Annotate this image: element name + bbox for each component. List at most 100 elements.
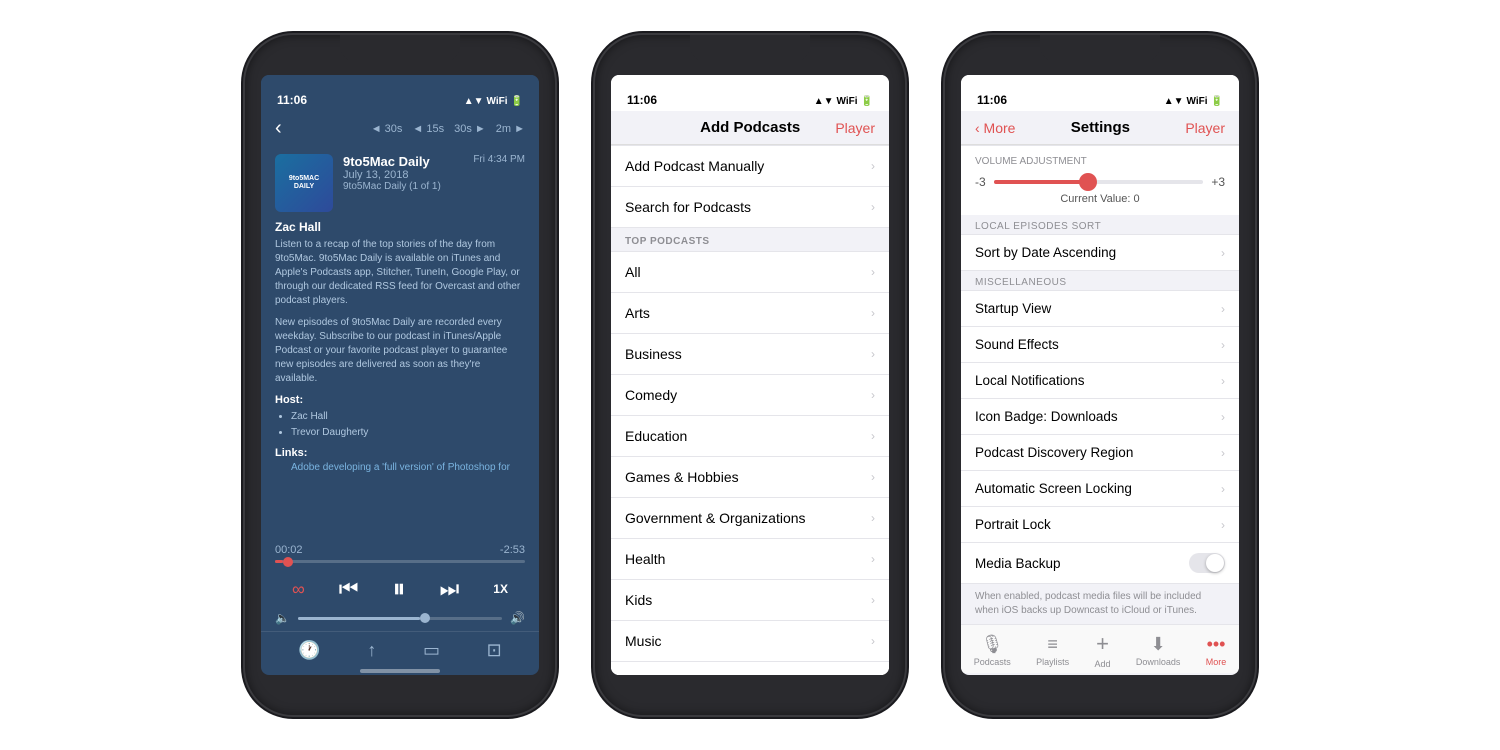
tab-downloads-settings[interactable]: ⬇ Downloads xyxy=(1136,634,1181,667)
loop-button[interactable]: ∞ xyxy=(292,579,305,600)
startup-view-row[interactable]: Startup View › xyxy=(961,291,1239,327)
status-icons-player: ▲▼ WiFi 🔋 xyxy=(464,96,523,107)
prev-button[interactable]: ⏮ xyxy=(339,576,359,602)
skip-fwd-2m[interactable]: 2m ► xyxy=(496,123,525,135)
sort-row[interactable]: Sort by Date Ascending › xyxy=(961,235,1239,271)
vol-fill xyxy=(298,617,420,620)
cat-arts[interactable]: Arts › xyxy=(611,293,889,334)
cat-all[interactable]: All › xyxy=(611,252,889,293)
skip-controls: ◄ 30s ◄ 15s 30s ► 2m ► xyxy=(371,123,525,135)
notch-add xyxy=(690,35,810,63)
vol-max-icon: 🔊 xyxy=(510,611,525,625)
sound-effects-row[interactable]: Sound Effects › xyxy=(961,327,1239,363)
volume-slider[interactable] xyxy=(298,617,502,620)
portrait-lock-row[interactable]: Portrait Lock › xyxy=(961,507,1239,543)
media-backup-label: Media Backup xyxy=(975,556,1061,571)
pause-button[interactable]: ⏸ xyxy=(393,573,406,605)
tab-playlists-settings[interactable]: ≡ Playlists xyxy=(1036,634,1069,667)
progress-bar[interactable] xyxy=(261,560,539,563)
player-link-settings[interactable]: Player xyxy=(1185,120,1225,136)
episode-content: Zac Hall Listen to a recap of the top st… xyxy=(261,220,539,538)
more-tab-label-s: More xyxy=(1206,657,1227,667)
local-notif-chevron: › xyxy=(1221,374,1225,388)
airplay-icon[interactable]: ▭ xyxy=(423,640,440,661)
media-backup-toggle[interactable] xyxy=(1189,553,1225,573)
clock-icon[interactable]: 🕐 xyxy=(298,640,320,661)
volume-adj-label: VOLUME ADJUSTMENT xyxy=(975,156,1225,167)
cat-comedy[interactable]: Comedy › xyxy=(611,375,889,416)
signal-icon: ▲▼ xyxy=(464,96,484,107)
media-backup-row[interactable]: Media Backup xyxy=(961,543,1239,584)
icon-badge-chevron: › xyxy=(1221,410,1225,424)
cat-health[interactable]: Health › xyxy=(611,539,889,580)
portrait-lock-label: Portrait Lock xyxy=(975,517,1051,532)
search-podcasts-row[interactable]: Search for Podcasts › xyxy=(611,187,889,228)
screen-locking-row[interactable]: Automatic Screen Locking › xyxy=(961,471,1239,507)
more-tab-icon-s: ••• xyxy=(1207,634,1226,655)
tab-add-settings[interactable]: + Add xyxy=(1094,631,1110,669)
status-time-player: 11:06 xyxy=(277,93,307,107)
local-sort-group: Sort by Date Ascending › xyxy=(961,234,1239,271)
episode-meta: 9to5Mac Daily July 13, 2018 9to5Mac Dail… xyxy=(343,154,463,192)
playlists-tab-label-s: Playlists xyxy=(1036,657,1069,667)
phone-player: 11:06 ▲▼ WiFi 🔋 ‹ ◄ 30s ◄ 15s 30s ► 2m ► xyxy=(245,35,555,715)
time-bar: 00:02 -2:53 xyxy=(261,538,539,560)
volume-slider-row: -3 +3 xyxy=(975,175,1225,189)
icon-badge-row[interactable]: Icon Badge: Downloads › xyxy=(961,399,1239,435)
status-bar-player: 11:06 ▲▼ WiFi 🔋 xyxy=(261,75,539,111)
nav-title-add: Add Podcasts xyxy=(665,119,835,136)
phone-settings: 11:06 ▲▼ WiFi 🔋 ‹ More Settings Player V… xyxy=(945,35,1255,715)
phone-add-podcasts: 11:06 ▲▼ WiFi 🔋 Add Podcasts Player Add … xyxy=(595,35,905,715)
cat-gov[interactable]: Government & Organizations › xyxy=(611,498,889,539)
screen-add: 11:06 ▲▼ WiFi 🔋 Add Podcasts Player Add … xyxy=(611,75,889,675)
signal-icon-settings: ▲▼ xyxy=(1164,96,1184,107)
volume-adjustment-section: VOLUME ADJUSTMENT -3 +3 Current Value: 0 xyxy=(961,145,1239,215)
cat-business[interactable]: Business › xyxy=(611,334,889,375)
cat-news[interactable]: News & Politics › xyxy=(611,662,889,675)
share-icon[interactable]: ↑ xyxy=(367,640,376,661)
local-notifications-row[interactable]: Local Notifications › xyxy=(961,363,1239,399)
speed-button[interactable]: 1X xyxy=(493,582,508,596)
queue-icon[interactable]: ⊡ xyxy=(487,640,502,661)
vol-slider-fill xyxy=(994,180,1088,184)
vol-min-icon: 🔈 xyxy=(275,611,290,625)
cat-kids[interactable]: Kids › xyxy=(611,580,889,621)
status-bar-settings: 11:06 ▲▼ WiFi 🔋 xyxy=(961,75,1239,111)
local-notifications-label: Local Notifications xyxy=(975,373,1085,388)
tab-more-settings[interactable]: ••• More xyxy=(1206,634,1227,667)
chevron-add-manual: › xyxy=(871,159,875,173)
back-more-button[interactable]: ‹ More xyxy=(975,120,1015,136)
screen-lock-chevron: › xyxy=(1221,482,1225,496)
playlists-tab-icon-s: ≡ xyxy=(1047,634,1058,655)
vol-max-label: +3 xyxy=(1211,175,1225,189)
link-1[interactable]: Adobe developing a 'full version' of Pho… xyxy=(291,462,525,473)
cat-music[interactable]: Music › xyxy=(611,621,889,662)
wifi-icon-settings: WiFi xyxy=(1187,96,1208,107)
podcast-discovery-label: Podcast Discovery Region xyxy=(975,445,1133,460)
next-button[interactable]: ⏭ xyxy=(440,576,460,602)
tab-podcasts-settings[interactable]: 🎙 Podcasts xyxy=(974,634,1011,667)
portrait-lock-chevron: › xyxy=(1221,518,1225,532)
nav-right-player[interactable]: Player xyxy=(835,120,875,136)
cat-games[interactable]: Games & Hobbies › xyxy=(611,457,889,498)
volume-row: 🔈 🔊 xyxy=(261,609,539,631)
add-podcast-manually-row[interactable]: Add Podcast Manually › xyxy=(611,146,889,187)
local-episodes-sort-label: LOCAL EPISODES SORT xyxy=(961,215,1239,234)
links-label: Links: xyxy=(275,447,525,459)
vol-current-value: Current Value: 0 xyxy=(975,193,1225,205)
skip-back-15[interactable]: ◄ 15s xyxy=(412,123,444,135)
cat-education[interactable]: Education › xyxy=(611,416,889,457)
skip-back-30[interactable]: ◄ 30s xyxy=(371,123,403,135)
podcast-discovery-row[interactable]: Podcast Discovery Region › xyxy=(961,435,1239,471)
status-time-settings: 11:06 xyxy=(977,93,1007,107)
volume-slider-settings[interactable] xyxy=(994,180,1204,184)
host-label: Host: xyxy=(275,394,525,406)
nav-bar-add: Add Podcasts Player xyxy=(611,111,889,145)
status-time-add: 11:06 xyxy=(627,93,657,107)
episode-desc-2: New episodes of 9to5Mac Daily are record… xyxy=(275,316,525,386)
sort-chevron: › xyxy=(1221,246,1225,260)
episode-number: 9to5Mac Daily (1 of 1) xyxy=(343,181,463,192)
back-button[interactable]: ‹ xyxy=(275,117,282,140)
skip-fwd-30[interactable]: 30s ► xyxy=(454,123,486,135)
host-2: Trevor Daugherty xyxy=(291,425,525,441)
